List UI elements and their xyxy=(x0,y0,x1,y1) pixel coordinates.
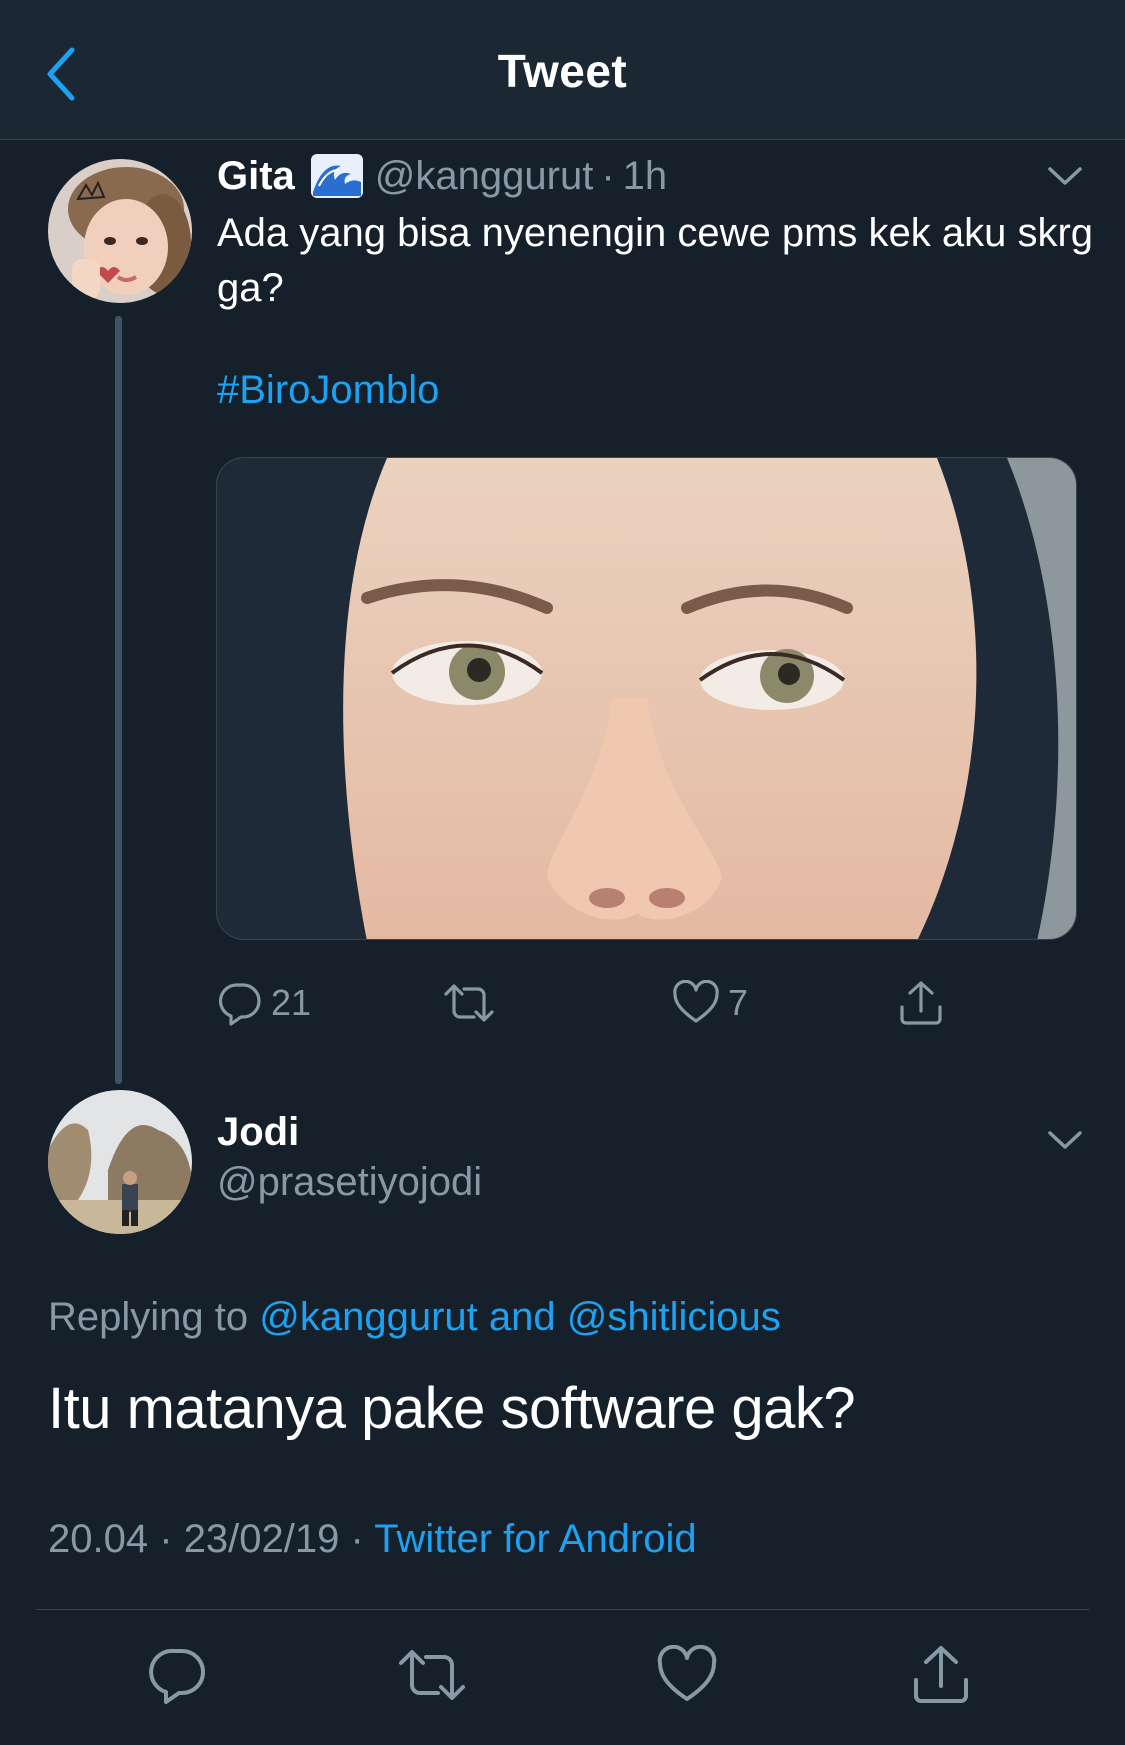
retweet-button[interactable] xyxy=(397,1640,467,1710)
tweet-time: 20.04 xyxy=(48,1517,149,1561)
tweet-author-row: Gita @kanggurut · 1h xyxy=(217,150,667,202)
chevron-down-icon xyxy=(1048,1131,1082,1149)
water-wave-emoji xyxy=(310,154,363,198)
like-button[interactable] xyxy=(652,1640,722,1710)
replying-to-line: Replying to @kanggurut and @shitlicious xyxy=(48,1295,781,1340)
tweet-text: Ada yang bisa nyenengin cewe pms kek aku… xyxy=(217,211,1094,310)
tweet-actions: 21 7 xyxy=(217,975,977,1031)
separator-dot: · xyxy=(601,153,615,198)
retweet-icon xyxy=(444,984,494,1022)
reply-button[interactable] xyxy=(143,1640,213,1710)
like-count: 7 xyxy=(728,982,749,1023)
share-icon xyxy=(900,981,942,1025)
retweet-button[interactable] xyxy=(442,975,504,1031)
avatar[interactable] xyxy=(48,159,192,303)
replying-to-label: Replying to xyxy=(48,1295,249,1339)
tweet-date: 23/02/19 xyxy=(183,1517,340,1561)
reply-icon xyxy=(218,983,261,1026)
thread-connector-line xyxy=(115,316,122,1084)
share-button[interactable] xyxy=(897,975,945,1031)
tweet-timestamp: 1h xyxy=(622,153,668,198)
retweet-icon xyxy=(399,1650,465,1700)
chevron-down-icon xyxy=(1048,167,1082,185)
share-icon xyxy=(914,1646,968,1703)
tweet-options-button[interactable] xyxy=(1045,156,1085,196)
hashtag-link[interactable]: #BiroJomblo xyxy=(217,368,439,413)
reply-options-button[interactable] xyxy=(1045,1120,1085,1160)
tweet-metadata: 20.04 · 23/02/19 · Twitter for Android xyxy=(48,1517,697,1562)
avatar[interactable] xyxy=(48,1090,192,1234)
divider xyxy=(36,1609,1089,1610)
tweet-detail-screen: Tweet Gita @kanggurut · 1h Ada yang bisa… xyxy=(0,0,1125,1745)
reply-icon xyxy=(149,1648,205,1704)
tweet-photo[interactable] xyxy=(216,457,1077,940)
reply-text: Itu matanya pake software gak? xyxy=(48,1376,856,1441)
reply-author-name[interactable]: Jodi xyxy=(217,1110,299,1155)
author-name[interactable]: Gita xyxy=(217,154,295,199)
like-button[interactable]: 7 xyxy=(672,975,748,1031)
tweet-source-link[interactable]: Twitter for Android xyxy=(374,1517,696,1561)
page-title: Tweet xyxy=(497,45,628,97)
bottom-action-bar xyxy=(0,1640,1125,1710)
share-button[interactable] xyxy=(906,1640,976,1710)
reply-button[interactable]: 21 xyxy=(217,975,311,1031)
like-icon xyxy=(673,980,719,1023)
separator-dot: · xyxy=(159,1517,173,1561)
separator-dot: · xyxy=(350,1517,364,1561)
mention-link[interactable]: @shitlicious xyxy=(567,1295,781,1339)
author-handle[interactable]: @kanggurut xyxy=(375,154,594,199)
like-icon xyxy=(657,1645,717,1701)
reply-author-handle[interactable]: @prasetiyojodi xyxy=(217,1160,482,1205)
mention-and[interactable]: and xyxy=(489,1295,556,1339)
mention-link[interactable]: @kanggurut xyxy=(259,1295,478,1339)
reply-count: 21 xyxy=(271,982,312,1023)
top-navigation-bar: Tweet xyxy=(0,0,1125,140)
